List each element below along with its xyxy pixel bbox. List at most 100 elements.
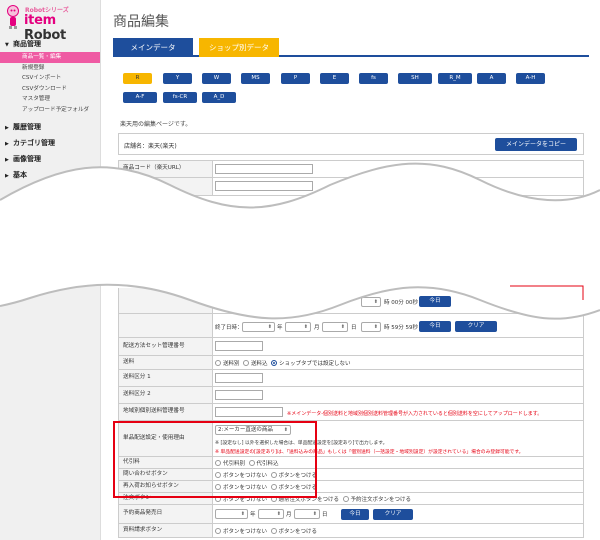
sidebar-group-label: カテゴリ管理 [13, 139, 55, 147]
shop-button-a-f[interactable]: A-F [123, 92, 157, 103]
sidebar-group-image[interactable]: ▶ 画像管理 [0, 151, 100, 167]
request-radio-group: ボタンをつけない ボタンをつける [215, 527, 317, 535]
shop-button-p[interactable]: P [281, 73, 310, 84]
release-today-button[interactable]: 今日 [341, 509, 369, 520]
postage-radio-separate[interactable] [215, 360, 221, 366]
end-month-select[interactable] [285, 322, 311, 332]
sidebar-item-product-list[interactable]: 商品一覧・編集 [0, 52, 100, 63]
postage-opt-separate: 送料別 [223, 361, 240, 367]
shop-button-sh[interactable]: SH [398, 73, 432, 84]
sidebar: Robotシリーズ item Robot ▼ 商品管理 商品一覧・編集 新規登録 … [0, 0, 101, 540]
row-regional-postage: 地域別個別送料管理番号 ※メインデータ-個別送料と地域別個別送料管理番号が入力さ… [118, 404, 584, 421]
release-day-unit: 日 [322, 512, 328, 518]
sidebar-item-new[interactable]: 新規登録 [0, 63, 100, 74]
store-row: 店舗名：楽天(楽天) メインデータをコピー [118, 133, 584, 155]
start-hour-select[interactable] [361, 297, 381, 307]
tab-main-data[interactable]: メインデータ [113, 38, 193, 57]
start-time-suffix: 時 00分 00秒 [384, 300, 418, 306]
end-time-suffix: 時 59分 59秒 [384, 325, 418, 331]
label-request-button: 資料請求ボタン [119, 524, 213, 537]
shop-button-a[interactable]: A [477, 73, 506, 84]
shipping-set-input[interactable] [215, 341, 263, 351]
release-month-select[interactable] [258, 509, 284, 519]
label-postage: 送料 [119, 356, 213, 369]
shop-button-a-h[interactable]: A-H [516, 73, 545, 84]
logo-brand-item: item [24, 13, 56, 28]
row-start-datetime: 開始日時： 年 時 00分 00秒 今日 [118, 288, 584, 314]
label-empty [119, 288, 213, 313]
tab-shop-data[interactable]: ショップ別データ [199, 38, 279, 57]
sidebar-group-category[interactable]: ▶ カテゴリ管理 [0, 135, 100, 151]
label-preorder-release: 予約商品発売日 [119, 505, 213, 523]
release-clear-button[interactable]: クリア [373, 509, 413, 520]
end-year-select[interactable] [242, 322, 275, 332]
shop-button-a-d[interactable]: A_D [202, 92, 236, 103]
regional-postage-note: ※メインデータ-個別送料と地域別個別送料管理番号が入力されていると個別送料を空に… [287, 411, 543, 417]
caret-right-icon: ▶ [5, 157, 9, 163]
sidebar-group-history[interactable]: ▶ 履歴管理 [0, 119, 100, 135]
shop-button-fs-cr[interactable]: fs-CR [163, 92, 197, 103]
caret-right-icon: ▶ [5, 173, 9, 179]
shop-button-fs[interactable]: fs [359, 73, 388, 84]
postage-radio-not-set[interactable] [271, 360, 278, 366]
shop-button-r[interactable]: R [123, 73, 152, 84]
postage-radio-included[interactable] [243, 360, 250, 366]
sidebar-item-csv-download[interactable]: CSVダウンロード [0, 84, 100, 95]
end-year-unit: 年 [277, 325, 283, 331]
store-name: 店舗名：楽天(楽天) [124, 143, 177, 150]
sidebar-group-basic[interactable]: ▶ 基本 [0, 167, 100, 183]
request-radio-off[interactable] [215, 528, 221, 534]
start-year-unit: 年 [277, 300, 283, 306]
postage-cat2-input[interactable] [215, 390, 263, 400]
postage-cat1-input[interactable] [215, 373, 263, 383]
end-clear-button[interactable]: クリア [455, 321, 497, 332]
release-day-select[interactable] [294, 509, 320, 519]
label-product-code: 商品コード（楽天URL） [119, 161, 213, 177]
regional-postage-input[interactable] [215, 407, 283, 417]
edit-page-note: 楽天用の編集ページです。 [120, 121, 192, 128]
copy-main-data-button[interactable]: メインデータをコピー [495, 138, 577, 151]
logo[interactable]: Robotシリーズ item Robot [0, 0, 100, 43]
shop-button-y[interactable]: Y [163, 73, 192, 84]
postage-radio-group: 送料別 送料込 ショップタブでは設定しない [215, 359, 351, 367]
end-month-unit: 月 [314, 325, 320, 331]
release-month-unit: 月 [286, 512, 292, 518]
start-year-select[interactable] [242, 297, 275, 307]
logo-brand-robot: Robot [24, 28, 66, 43]
end-today-button[interactable]: 今日 [419, 321, 451, 332]
postage-opt-not-set: ショップタブでは設定しない [279, 361, 351, 367]
sidebar-group-label: 画像管理 [13, 155, 41, 163]
start-datetime-label: 開始日時： [215, 300, 243, 306]
shop-button-ms[interactable]: MS [241, 73, 270, 84]
request-opt-off: ボタンをつけない [223, 529, 268, 535]
tab-bar: メインデータ ショップ別データ [113, 38, 589, 57]
end-datetime-label: 終了日時： [215, 325, 243, 331]
shop-button-w[interactable]: W [202, 73, 231, 84]
product-number-input[interactable] [215, 181, 313, 191]
label-product-number: 楽天商品番号 [119, 178, 213, 195]
sidebar-item-upload-folder[interactable]: アップロード予定フォルダ [0, 105, 100, 116]
sidebar-item-master[interactable]: マスタ管理 [0, 94, 100, 105]
sidebar-item-csv-import[interactable]: CSVインポート [0, 73, 100, 84]
highlight-box [113, 421, 317, 498]
row-postage-cat1: 送料区分 1 [118, 370, 584, 387]
sidebar-group-label: 履歴管理 [13, 123, 41, 131]
row-product-code: 商品コード（楽天URL） [118, 160, 584, 178]
logo-brand: item Robot [24, 13, 100, 43]
request-radio-on[interactable] [270, 528, 277, 534]
row-postage: 送料 送料別 送料込 ショップタブでは設定しない [118, 356, 584, 370]
row-product-number: 楽天商品番号 [118, 178, 584, 196]
request-opt-on: ボタンをつける [278, 529, 318, 535]
start-today-button[interactable]: 今日 [419, 296, 451, 307]
row-shipping-set: 配送方法セット管理番号 [118, 338, 584, 356]
release-year-select[interactable] [215, 509, 248, 519]
shop-button-e[interactable]: E [320, 73, 349, 84]
shop-button-r-m[interactable]: R_M [438, 73, 472, 84]
order-opt-preorder: 予約注文ボタンをつける [350, 497, 412, 503]
end-day-select[interactable] [322, 322, 348, 332]
product-code-input[interactable] [215, 164, 313, 174]
caret-right-icon: ▶ [5, 125, 9, 131]
order-radio-preorder[interactable] [342, 496, 349, 502]
end-hour-select[interactable] [361, 322, 381, 332]
end-day-unit: 日 [351, 325, 357, 331]
